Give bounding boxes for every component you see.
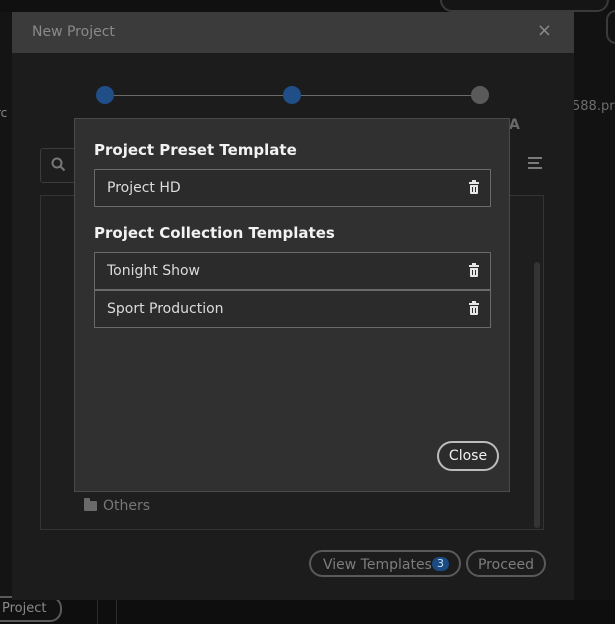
collection-templates-heading: Project Collection Templates bbox=[94, 224, 335, 242]
collection-template-item[interactable]: Tonight Show bbox=[94, 252, 491, 290]
background-divider bbox=[116, 600, 117, 624]
background-divider bbox=[97, 600, 98, 624]
panel-scrollbar[interactable] bbox=[534, 262, 540, 528]
close-icon[interactable]: × bbox=[537, 20, 552, 41]
stepper-step-2 bbox=[283, 86, 301, 104]
templates-modal: Project Preset Template Project HD Proje… bbox=[74, 118, 510, 492]
preset-template-item[interactable]: Project HD bbox=[94, 169, 491, 207]
search-button[interactable] bbox=[40, 148, 76, 183]
background-search-pill bbox=[440, 0, 609, 12]
view-templates-button[interactable]: View Templates 3 bbox=[309, 550, 461, 577]
proceed-button[interactable]: Proceed bbox=[466, 550, 546, 577]
preset-template-heading: Project Preset Template bbox=[94, 141, 297, 159]
stepper-label-fragment: A bbox=[509, 117, 520, 133]
list-view-icon bbox=[528, 157, 542, 170]
list-view-button[interactable] bbox=[514, 148, 554, 181]
template-label: Project HD bbox=[107, 180, 181, 196]
dialog-title: New Project bbox=[32, 24, 115, 40]
templates-count-badge: 3 bbox=[432, 557, 449, 571]
folder-icon bbox=[84, 498, 97, 511]
search-icon bbox=[51, 157, 66, 172]
folder-others-label: Others bbox=[103, 498, 151, 514]
background-right-pill bbox=[606, 10, 615, 44]
template-label: Tonight Show bbox=[107, 263, 200, 279]
template-label: Sport Production bbox=[107, 301, 224, 317]
folder-others[interactable]: Others bbox=[84, 498, 150, 514]
background-left-column: rc bbox=[0, 12, 12, 602]
background-right-column: 588.prp bbox=[572, 12, 615, 602]
trash-icon[interactable] bbox=[469, 180, 479, 194]
stepper-step-3 bbox=[471, 86, 489, 104]
background-file-name: 588.prp bbox=[572, 99, 615, 114]
stepper-step-1 bbox=[96, 86, 114, 104]
dialog-title-bar: New Project × bbox=[12, 12, 574, 53]
collection-template-item[interactable]: Sport Production bbox=[94, 290, 491, 328]
trash-icon[interactable] bbox=[469, 263, 479, 277]
background-bottom-bar bbox=[0, 600, 615, 624]
trash-icon[interactable] bbox=[469, 301, 479, 315]
background-left-text: rc bbox=[0, 106, 8, 120]
view-templates-label: View Templates bbox=[323, 557, 432, 573]
close-button[interactable]: Close bbox=[437, 441, 499, 471]
